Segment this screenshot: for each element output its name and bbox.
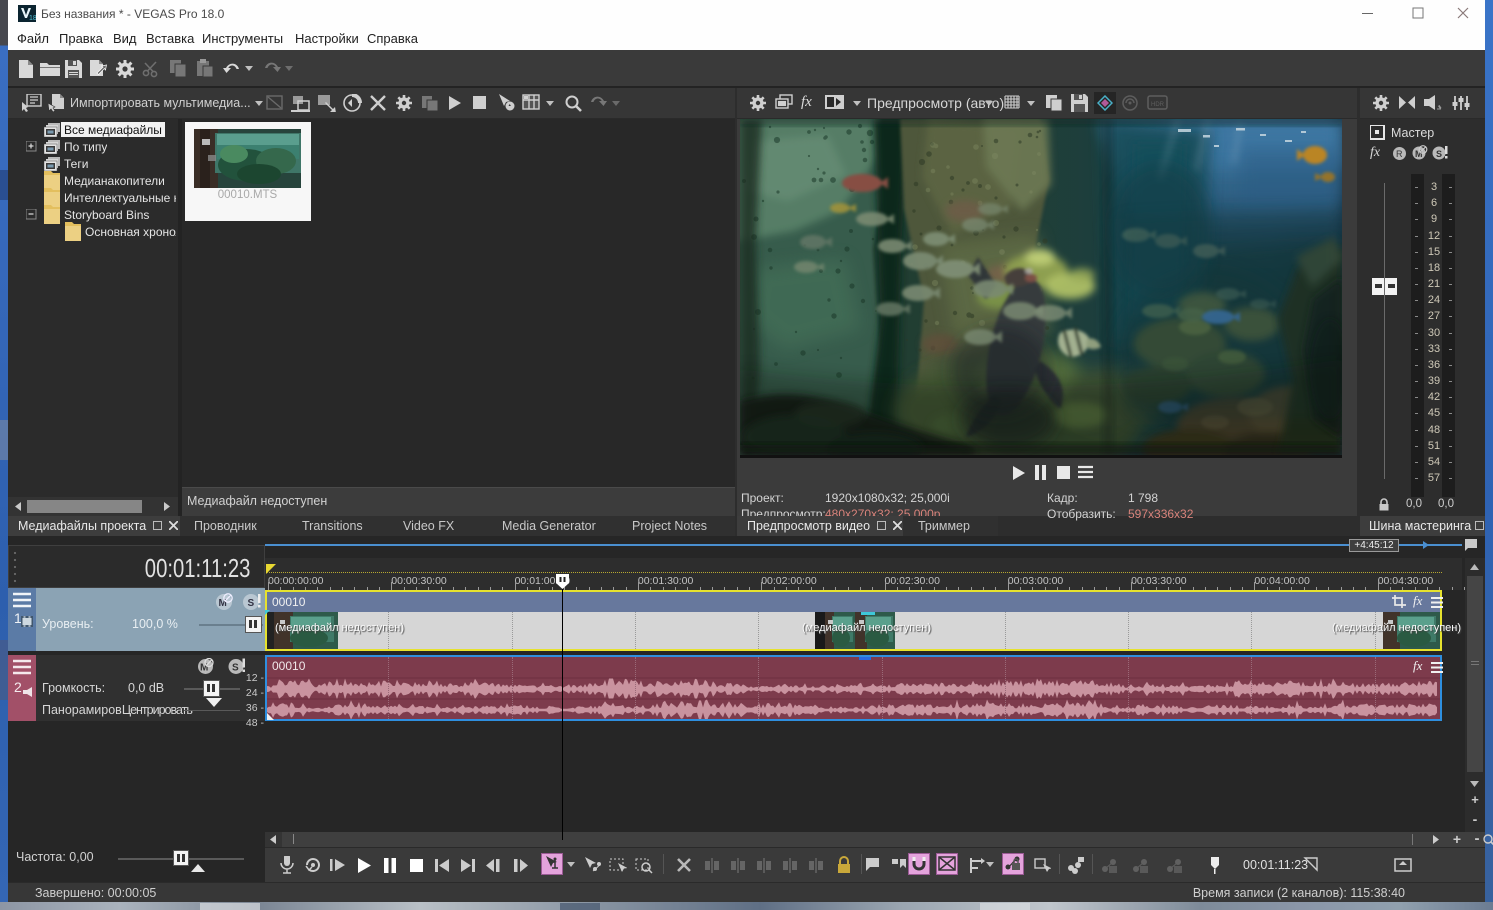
svg-text:S: S: [248, 598, 255, 609]
svg-text:S: S: [1436, 149, 1442, 159]
svg-text:S: S: [232, 663, 239, 674]
svg-text:18: 18: [29, 15, 36, 22]
svg-text:R: R: [1396, 149, 1403, 159]
svg-text:HDR: HDR: [1151, 102, 1165, 108]
